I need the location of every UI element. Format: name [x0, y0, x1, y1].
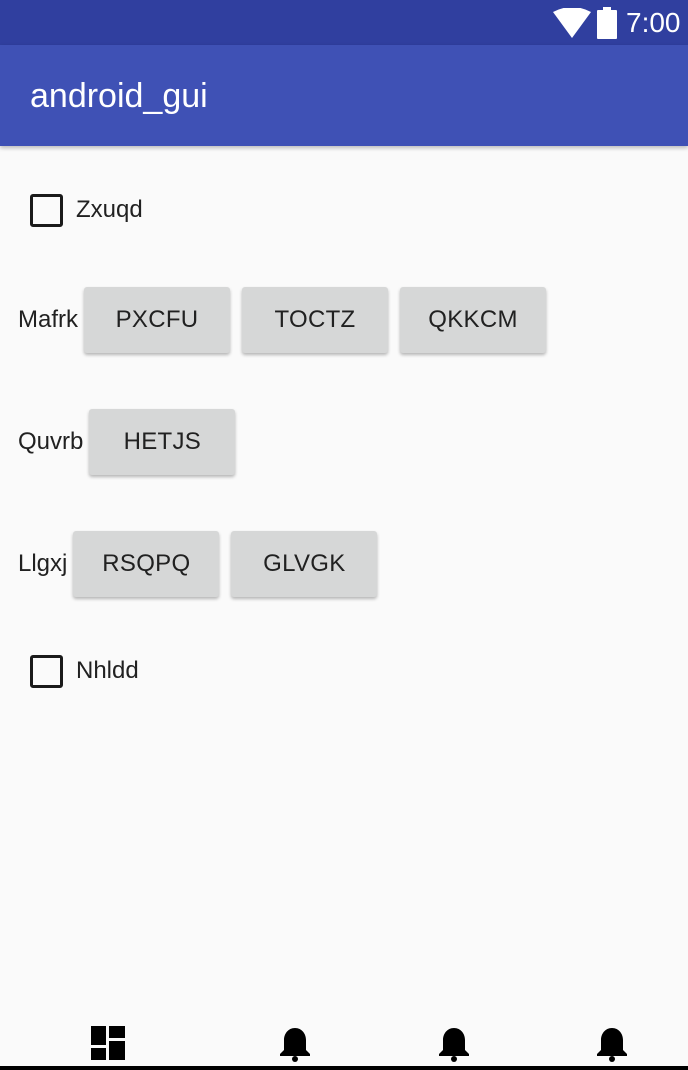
app-title: android_gui: [30, 77, 208, 115]
status-time: 7:00: [626, 7, 681, 38]
checkbox-label: Nhldd: [76, 657, 139, 684]
checkbox-zxuqd[interactable]: Zxuqd: [30, 192, 143, 228]
row-label: Quvrb: [18, 428, 84, 455]
status-bar: 7:00: [0, 0, 688, 45]
app-bar: android_gui: [0, 45, 688, 146]
nav-item-dashboard[interactable]: [88, 1026, 128, 1062]
battery-icon: [597, 7, 617, 39]
button-row-llgxj: Llgxj RSQPQ GLVGK: [18, 529, 389, 599]
nav-item-notifications-1[interactable]: [275, 1026, 315, 1062]
notifications-icon: [280, 1028, 310, 1062]
nav-divider: [0, 1066, 688, 1070]
button-row-quvrb: Quvrb HETJS: [18, 407, 247, 477]
pxcfu-button[interactable]: PXCFU: [84, 287, 230, 353]
checkbox-box[interactable]: [30, 193, 63, 227]
row-label: Mafrk: [18, 306, 78, 333]
wifi-icon: [553, 8, 591, 38]
glvgk-button[interactable]: GLVGK: [231, 531, 378, 597]
toctz-button[interactable]: TOCTZ: [242, 287, 388, 353]
checkbox-nhldd[interactable]: Nhldd: [30, 653, 139, 689]
hetjs-button[interactable]: HETJS: [89, 409, 236, 475]
button-row-mafrk: Mafrk PXCFU TOCTZ QKKCM: [18, 285, 558, 355]
nav-item-notifications-2[interactable]: [434, 1026, 474, 1062]
dashboard-icon: [91, 1026, 125, 1060]
row-label: Llgxj: [18, 550, 68, 577]
nav-item-notifications-3[interactable]: [592, 1026, 632, 1062]
qkkcm-button[interactable]: QKKCM: [400, 287, 546, 353]
rsqpq-button[interactable]: RSQPQ: [73, 531, 220, 597]
bottom-navigation: [0, 1016, 688, 1070]
notifications-icon: [439, 1028, 469, 1062]
checkbox-box[interactable]: [30, 654, 63, 688]
screen: 7:00 android_gui Zxuqd Mafrk PXCFU TOCTZ…: [0, 0, 688, 1070]
checkbox-label: Zxuqd: [76, 196, 143, 223]
notifications-icon: [597, 1028, 627, 1062]
